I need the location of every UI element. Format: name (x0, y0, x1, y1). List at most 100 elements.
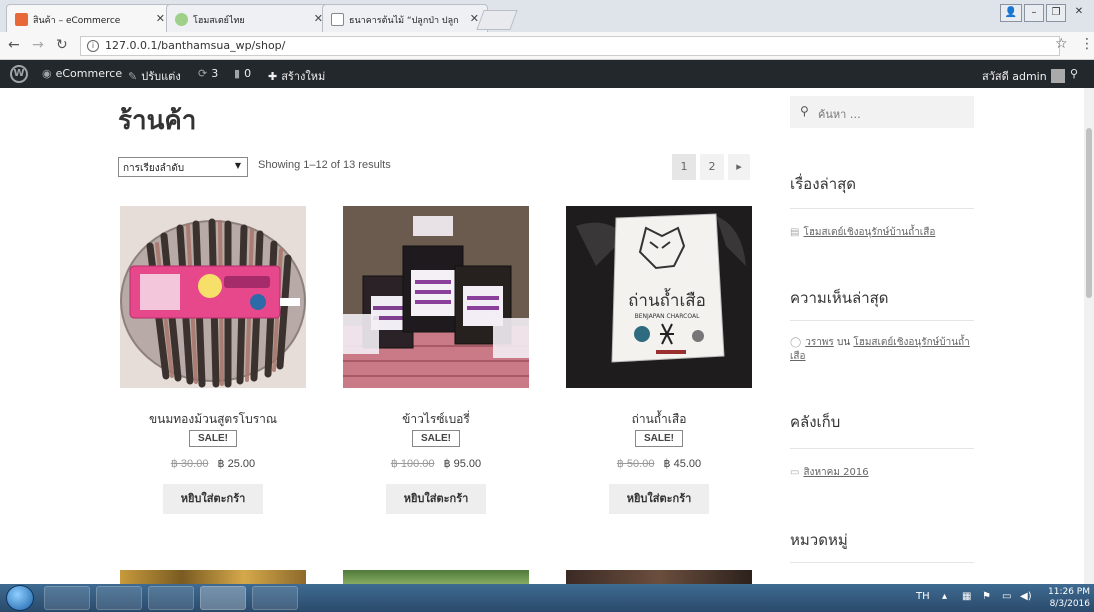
site-favicon-icon (175, 13, 188, 26)
tab-homestay[interactable]: โฮมสเตย์ไทย ✕ (166, 4, 332, 32)
add-to-cart-button[interactable]: หยิบใส่ตะกร้า (609, 484, 709, 514)
wp-admin-bar: W ◉ eCommerce ✎ ปรับแต่ง ⟳ 3 ▮ 0 ✚ สร้างใหม่ … (0, 60, 1094, 88)
tab-title: สินค้า – eCommerce (33, 16, 121, 26)
language-indicator[interactable]: TH (916, 591, 930, 602)
product-name[interactable]: ขนมทองม้วนสูตรโบราณ (120, 410, 306, 426)
network-icon[interactable]: ▦ (962, 591, 971, 602)
menu-icon[interactable]: ⋮ (1080, 36, 1094, 52)
show-hidden-icons-icon[interactable]: ▴ (942, 591, 947, 602)
customize-label: ปรับแต่ง (141, 70, 181, 83)
product-price: ฿ 100.00 ฿ 95.00 (343, 457, 529, 470)
user-icon[interactable]: 👤 (1000, 4, 1022, 22)
old-price: ฿ 30.00 (170, 458, 209, 470)
action-center-icon[interactable]: ⚑ (982, 591, 991, 602)
product-image[interactable]: ถ่านถ้ำเสือ BENJAPAN CHARCOAL (566, 206, 752, 388)
recent-comments-title: ความเห็นล่าสุด (790, 289, 889, 307)
close-window-button[interactable]: ✕ (1068, 4, 1090, 22)
sort-label: การเรียงลำดับ (123, 163, 185, 174)
ie-icon[interactable] (44, 586, 90, 610)
page-title: ร้านค้า (118, 106, 197, 136)
wordpress-logo-icon[interactable]: W (10, 65, 28, 83)
product-name[interactable]: ถ่านถ้ำเสือ (566, 410, 752, 426)
my-account-link[interactable]: สวัสดี admin (982, 67, 1065, 85)
customize-link[interactable]: ✎ ปรับแต่ง (128, 67, 181, 85)
new-content-link[interactable]: ✚ สร้างใหม่ (268, 67, 325, 85)
maximize-button[interactable]: ❐ (1046, 4, 1066, 22)
tab-title: โฮมสเตย์ไทย (193, 16, 245, 26)
updates-link[interactable]: ⟳ 3 (198, 67, 218, 80)
search-placeholder: ค้นหา … (818, 108, 861, 121)
divider (790, 562, 974, 563)
word-icon[interactable] (252, 586, 298, 610)
product-photo (120, 206, 306, 388)
url-text: 127.0.0.1/banthamsua_wp/shop/ (105, 39, 286, 52)
recent-post-link[interactable]: โฮมสเตย์เชิงอนุรักษ์บ้านถ้ำเสือ (803, 227, 935, 238)
volume-icon[interactable]: ◀) (1020, 591, 1032, 602)
sale-badge: SALE! (412, 430, 460, 447)
recent-comment-item: ◯ วราพร บน โฮมสเตย์เชิงอนุรักษ์บ้านถ้ำเสื… (790, 336, 980, 364)
product-image[interactable] (120, 206, 306, 388)
info-icon[interactable]: i (87, 40, 99, 52)
media-player-icon[interactable] (148, 586, 194, 610)
taskbar: TH ▴ ▦ ⚑ ▭ ◀) 11:26 PM 8/3/2016 (0, 584, 1094, 612)
add-to-cart-button[interactable]: หยิบใส่ตะกร้า (163, 484, 263, 514)
brush-icon: ✎ (128, 70, 138, 83)
back-icon[interactable]: ← (8, 37, 20, 53)
url-field[interactable]: i 127.0.0.1/banthamsua_wp/shop/ (80, 36, 1060, 56)
divider (790, 320, 974, 321)
chrome-icon[interactable] (200, 586, 246, 610)
old-price: ฿ 100.00 (390, 458, 435, 470)
site-name: eCommerce (55, 67, 123, 80)
product-name[interactable]: ข้าวไรซ์เบอรี่ (343, 410, 529, 426)
clock[interactable]: 11:26 PM 8/3/2016 (1036, 586, 1090, 610)
product-image[interactable] (343, 206, 529, 388)
page-2[interactable]: 2 (700, 154, 724, 180)
categories-title: หมวดหมู่ (790, 531, 848, 549)
archive-item[interactable]: ▭ สิงหาคม 2016 (790, 466, 980, 480)
product-card: ถ่านถ้ำเสือ BENJAPAN CHARCOAL ถ่านถ้ำเสื… (566, 206, 752, 514)
search-input[interactable]: ⚲ ค้นหา … (790, 96, 974, 128)
product-photo (343, 206, 529, 388)
scrollbar-thumb[interactable] (1086, 128, 1092, 298)
product-card: ขนมทองม้วนสูตรโบราณ SALE! ฿ 30.00 ฿ 25.0… (120, 206, 306, 514)
document-icon: ▤ (790, 227, 800, 238)
new-tab-button[interactable] (476, 10, 518, 30)
clock-date: 8/3/2016 (1049, 599, 1090, 609)
comment-icon: ◯ (790, 337, 802, 348)
comment-on-text: บน (836, 337, 851, 348)
page-icon (331, 13, 344, 26)
comment-author-link[interactable]: วราพร (805, 337, 834, 348)
bookmark-star-icon[interactable]: ☆ (1055, 36, 1068, 52)
start-button[interactable] (6, 585, 34, 611)
chevron-down-icon: ▼ (234, 161, 241, 170)
sale-price: ฿ 25.00 (217, 458, 256, 470)
comments-count: 0 (244, 67, 252, 80)
admin-site-link[interactable]: ◉ eCommerce (42, 67, 122, 80)
display-icon[interactable]: ▭ (1002, 591, 1011, 602)
file-explorer-icon[interactable] (96, 586, 142, 610)
updates-icon: ⟳ (198, 67, 208, 80)
search-icon: ⚲ (800, 104, 809, 118)
tab-shop[interactable]: สินค้า – eCommerce ✕ (6, 4, 174, 32)
next-page-icon[interactable]: ▸ (728, 154, 750, 180)
archive-link[interactable]: สิงหาคม 2016 (803, 467, 868, 478)
dashboard-icon: ◉ (42, 67, 52, 80)
minimize-button[interactable]: – (1024, 4, 1044, 22)
sort-select[interactable]: การเรียงลำดับ ▼ (118, 157, 248, 177)
close-icon[interactable]: ✕ (156, 12, 165, 25)
search-icon[interactable]: ⚲ (1070, 67, 1078, 80)
reload-icon[interactable]: ↻ (56, 37, 68, 53)
greeting: สวัสดี admin (982, 70, 1047, 83)
product-photo: ถ่านถ้ำเสือ BENJAPAN CHARCOAL (566, 206, 752, 388)
sale-price: ฿ 95.00 (443, 458, 482, 470)
recent-post-item[interactable]: ▤ โฮมสเตย์เชิงอนุรักษ์บ้านถ้ำเสือ (790, 226, 980, 240)
comments-link[interactable]: ▮ 0 (234, 67, 251, 80)
add-to-cart-button[interactable]: หยิบใส่ตะกร้า (386, 484, 486, 514)
plus-icon: ✚ (268, 70, 278, 83)
forward-icon[interactable]: → (32, 37, 44, 53)
tab-tree-bank[interactable]: ธนาคารต้นไม้ “ปลูกป่า ปลูก ✕ (322, 4, 488, 32)
old-price: ฿ 50.00 (616, 458, 655, 470)
recent-posts-title: เรื่องล่าสุด (790, 175, 857, 193)
result-count: Showing 1–12 of 13 results (258, 159, 391, 171)
page-1[interactable]: 1 (672, 154, 696, 180)
